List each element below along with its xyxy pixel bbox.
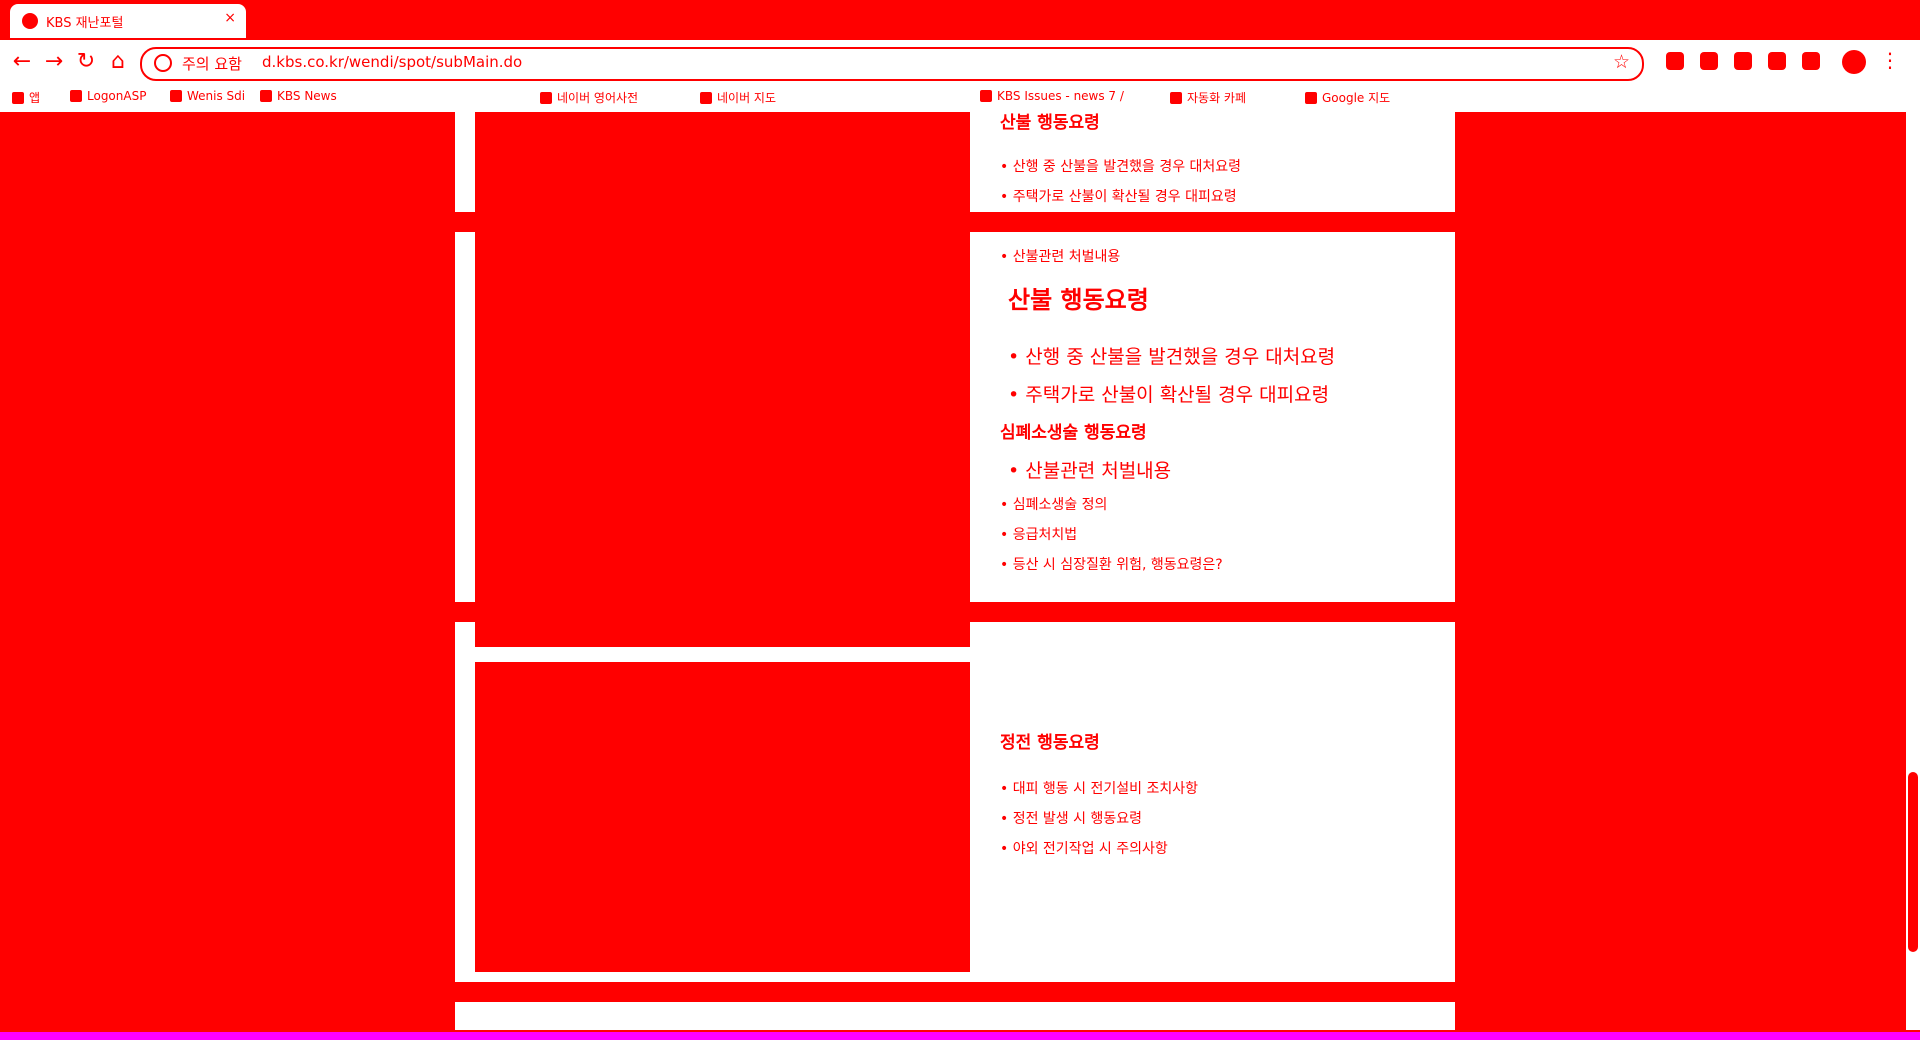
section-link[interactable]: 응급처치법 (1000, 524, 1077, 544)
bookmark-label: LogonASP (87, 89, 147, 103)
section-link[interactable]: 산불관련 처벌내용 (1000, 246, 1121, 266)
section-link[interactable]: 대피 행동 시 전기설비 조치사항 (1000, 778, 1198, 798)
bookmark-item[interactable]: 자동화 카페 (1170, 89, 1246, 106)
site-icon (170, 90, 182, 102)
section-link[interactable]: 등산 시 심장질환 위험, 행동요령은? (1000, 554, 1223, 574)
tab-title: KBS 재난포털 (46, 16, 124, 31)
url-text[interactable]: d.kbs.co.kr/wendi/spot/subMain.do (262, 53, 522, 71)
section-link[interactable]: 야외 전기작업 시 주의사항 (1000, 838, 1168, 858)
tab-strip: KBS 재난포털 × (0, 0, 1920, 40)
footer-strip (455, 1012, 635, 1026)
section-link[interactable]: 정전 발생 시 행동요령 (1000, 808, 1142, 828)
extension-icon[interactable] (1700, 52, 1718, 70)
bookmark-apps[interactable]: 앱 (12, 89, 40, 106)
section-link[interactable]: 산행 중 산불을 발견했을 경우 대처요령 (1008, 342, 1335, 369)
info-icon[interactable] (154, 54, 172, 72)
bookmark-label: 네이버 영어사전 (557, 91, 639, 105)
apps-grid-icon (12, 92, 24, 104)
home-icon[interactable]: ⌂ (104, 48, 132, 76)
bookmark-item[interactable]: Wenis Sdi (170, 89, 245, 103)
back-icon[interactable]: ← (8, 48, 36, 76)
reload-icon[interactable]: ↻ (72, 48, 100, 76)
page-icon (70, 90, 82, 102)
bookmark-item[interactable]: 네이버 지도 (700, 89, 776, 106)
bookmark-label: 네이버 지도 (717, 91, 777, 105)
section-divider (0, 602, 1920, 622)
bookmark-item[interactable]: Google 지도 (1305, 89, 1390, 106)
tab-close-icon[interactable]: × (224, 10, 236, 26)
kbs-icon (980, 90, 992, 102)
vertical-scrollbar[interactable] (1906, 112, 1920, 1030)
bookmark-label: 자동화 카페 (1187, 91, 1247, 105)
kbs-icon (260, 90, 272, 102)
bookmark-item[interactable]: KBS News (260, 89, 337, 103)
bookmark-label: KBS Issues - news 7 / (997, 89, 1124, 103)
extension-icon[interactable] (1802, 52, 1820, 70)
forward-icon[interactable]: → (40, 48, 68, 76)
car-icon (1170, 92, 1182, 104)
google-maps-icon (1305, 92, 1317, 104)
section-link[interactable]: 산행 중 산불을 발견했을 경우 대처요령 (1000, 156, 1241, 176)
extension-icon[interactable] (1666, 52, 1684, 70)
section-link[interactable]: 주택가로 산불이 확산될 경우 대피요령 (1000, 186, 1237, 206)
page-viewport: 산불 행동요령 산행 중 산불을 발견했을 경우 대처요령 주택가로 산불이 확… (0, 112, 1920, 1040)
bookmark-label: Wenis Sdi (187, 89, 246, 103)
section-image (475, 662, 970, 972)
section-link[interactable]: 주택가로 산불이 확산될 경우 대피요령 (1008, 380, 1329, 407)
bookmark-item[interactable]: KBS Issues - news 7 / (980, 89, 1124, 103)
bookmarks-bar: 앱 LogonASP Wenis Sdi KBS News 네이버 영어사전 네… (0, 84, 1920, 112)
bookmark-item[interactable]: LogonASP (70, 89, 146, 103)
profile-avatar[interactable] (1842, 50, 1866, 74)
kbs-favicon-icon (22, 13, 38, 29)
browser-toolbar: ← → ↻ ⌂ 주의 요함 d.kbs.co.kr/wendi/spot/sub… (0, 40, 1920, 84)
menu-icon[interactable]: ⋮ (1880, 48, 1900, 72)
section-title: 산불 행동요령 (1000, 113, 1100, 133)
bookmark-label: Google 지도 (1322, 91, 1391, 105)
naver-icon (540, 92, 552, 104)
bottom-edge (0, 1032, 1920, 1040)
bookmark-label: KBS News (277, 89, 337, 103)
bookmark-label: 앱 (29, 91, 41, 105)
scrollbar-thumb[interactable] (1908, 772, 1918, 952)
extension-icon[interactable] (1768, 52, 1786, 70)
map-icon (700, 92, 712, 104)
browser-tab[interactable]: KBS 재난포털 × (10, 4, 246, 38)
extension-icon[interactable] (1734, 52, 1752, 70)
section-link[interactable]: 심폐소생술 정의 (1000, 494, 1108, 514)
section-title: 산불 행동요령 (1008, 286, 1149, 314)
section-image (475, 112, 970, 647)
section-divider (0, 212, 1920, 232)
bookmark-item[interactable]: 네이버 영어사전 (540, 89, 638, 106)
bookmark-star-icon[interactable]: ☆ (1613, 51, 1630, 73)
security-status: 주의 요함 (182, 55, 242, 73)
section-divider (0, 982, 1920, 1002)
address-bar[interactable]: 주의 요함 d.kbs.co.kr/wendi/spot/subMain.do … (140, 47, 1644, 81)
section-title: 정전 행동요령 (1000, 733, 1100, 753)
section-title: 심폐소생술 행동요령 (1000, 423, 1147, 443)
section-link[interactable]: 산불관련 처벌내용 (1008, 456, 1171, 483)
